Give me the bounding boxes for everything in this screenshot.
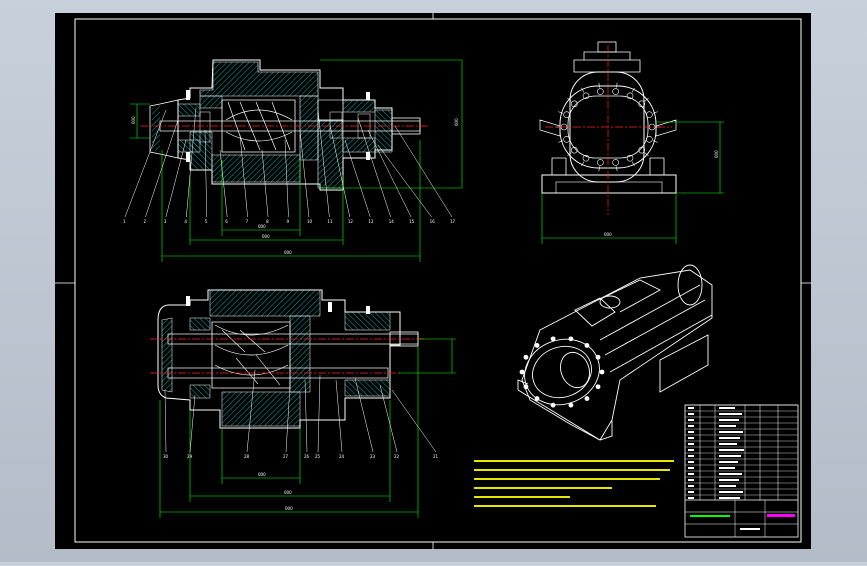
part-label: 16 [430, 219, 436, 224]
part-label: 28 [244, 454, 250, 459]
part-label: 29 [187, 454, 193, 459]
part-label: 12 [348, 219, 354, 224]
part-label: 30 [163, 454, 169, 459]
svg-text:000: 000 [285, 506, 293, 511]
assembly-drawing: 000 000 000 000 000 1 2 3 4 5 6 7 8 9 10 11 12 13 14 1… [55, 13, 811, 549]
svg-text:000: 000 [284, 250, 292, 255]
svg-text:000: 000 [262, 234, 270, 239]
svg-text:000: 000 [714, 150, 719, 158]
part-label: 15 [409, 219, 415, 224]
part-label: 13 [368, 219, 374, 224]
part-label: 14 [389, 219, 395, 224]
title-block [684, 404, 799, 538]
svg-text:000: 000 [284, 490, 292, 495]
part-label: 17 [450, 219, 456, 224]
svg-text:000: 000 [131, 116, 136, 124]
part-label: 10 [307, 219, 313, 224]
part-label: 24 [339, 454, 345, 459]
part-label: 11 [327, 219, 333, 224]
part-label: 25 [315, 454, 321, 459]
svg-text:000: 000 [258, 224, 266, 229]
cad-viewport[interactable]: 000 000 000 000 000 1 2 3 4 5 6 7 8 9 10 11 12 13 14 1… [0, 0, 867, 562]
svg-text:000: 000 [454, 118, 459, 126]
svg-text:000: 000 [258, 472, 266, 477]
svg-text:000: 000 [604, 232, 612, 237]
part-label: 26 [304, 454, 310, 459]
part-label: 22 [394, 454, 400, 459]
part-label: 27 [283, 454, 289, 459]
part-label: 21 [433, 454, 439, 459]
part-label: 23 [370, 454, 376, 459]
